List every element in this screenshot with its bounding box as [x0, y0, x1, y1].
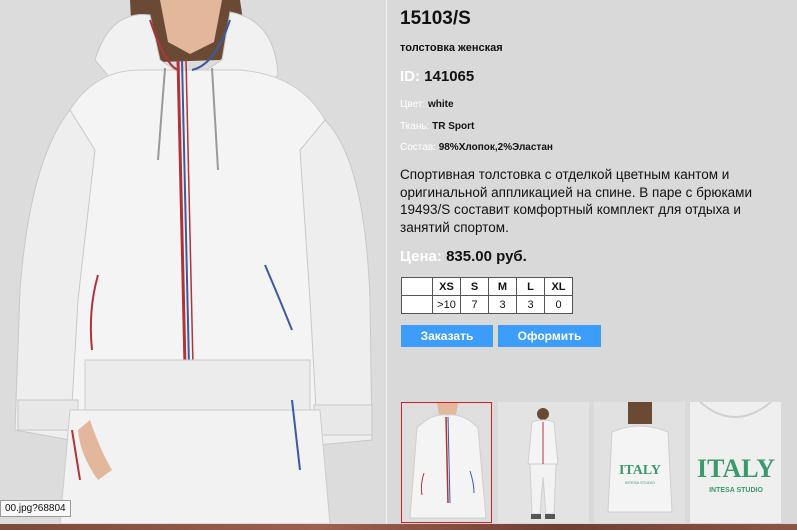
size-quantity: >10: [432, 295, 461, 314]
checkout-button[interactable]: Оформить: [498, 325, 601, 347]
size-quantity: 0: [544, 295, 573, 314]
order-button[interactable]: Заказать: [401, 325, 493, 347]
thumbnail-full-body-front[interactable]: [498, 402, 589, 523]
attribute-value: white: [427, 99, 454, 110]
attribute-label: Цвет:: [400, 99, 426, 110]
applique-closeup-text: ITALY: [697, 454, 775, 483]
price-value: 835.00 руб.: [446, 248, 527, 265]
thumbnail-applique-closeup-image: ITALY INTESA STUDIO: [690, 402, 781, 523]
size-availability-table: XS S M L XL >10 7 3 3 0: [401, 277, 573, 314]
applique-subtext: INTESA STUDIO: [625, 480, 655, 485]
attribute-color: Цвет: white: [400, 99, 454, 110]
product-title: 15103/S: [400, 8, 471, 29]
product-subtitle: толстовка женская: [400, 42, 503, 54]
attribute-value: 98%Хлопок,2%Эластан: [438, 142, 553, 153]
id-value: 141065: [424, 68, 475, 85]
thumbnail-back-applique-closeup[interactable]: ITALY INTESA STUDIO: [690, 402, 781, 523]
applique-text: ITALY: [619, 463, 661, 478]
size-quantity: 3: [488, 295, 517, 314]
attribute-value: TR Sport: [432, 121, 475, 132]
size-table-row-label: [401, 295, 433, 314]
product-id: ID: 141065: [400, 68, 474, 85]
size-header: XS: [432, 277, 461, 296]
panel-divider: [386, 0, 387, 524]
attribute-fabric: Ткань: TR Sport: [400, 121, 474, 132]
attribute-label: Состав:: [400, 142, 436, 153]
product-price: Цена: 835.00 руб.: [400, 248, 527, 265]
size-header: XL: [544, 277, 573, 296]
size-header: M: [488, 277, 517, 296]
thumbnail-back-view[interactable]: ITALY INTESA STUDIO: [594, 402, 685, 523]
main-product-photo: 00.jpg?68804: [0, 0, 386, 524]
price-label: Цена:: [400, 248, 442, 265]
thumbnail-front-view[interactable]: [401, 402, 492, 523]
size-header-row: XS S M L XL: [401, 277, 573, 296]
size-quantity: 3: [516, 295, 545, 314]
hoodie-model-illustration: [0, 0, 386, 524]
size-header: S: [460, 277, 489, 296]
size-quantity: 7: [460, 295, 489, 314]
attribute-composition: Состав: 98%Хлопок,2%Эластан: [400, 142, 553, 153]
attribute-label: Ткань:: [400, 121, 430, 132]
page-bottom-strip: [0, 524, 797, 530]
size-header: L: [516, 277, 545, 296]
image-url-tooltip: 00.jpg?68804: [0, 500, 71, 517]
id-label: ID:: [400, 68, 420, 85]
thumbnail-back-image: ITALY INTESA STUDIO: [594, 402, 685, 523]
size-table-corner: [401, 277, 433, 296]
thumbnail-full-body-image: [498, 402, 589, 523]
applique-closeup-subtext: INTESA STUDIO: [709, 487, 763, 494]
thumbnail-front-image: [402, 403, 491, 522]
size-quantity-row: >10 7 3 3 0: [401, 295, 573, 314]
product-description: Спортивная толстовка с отделкой цветным …: [400, 167, 753, 235]
